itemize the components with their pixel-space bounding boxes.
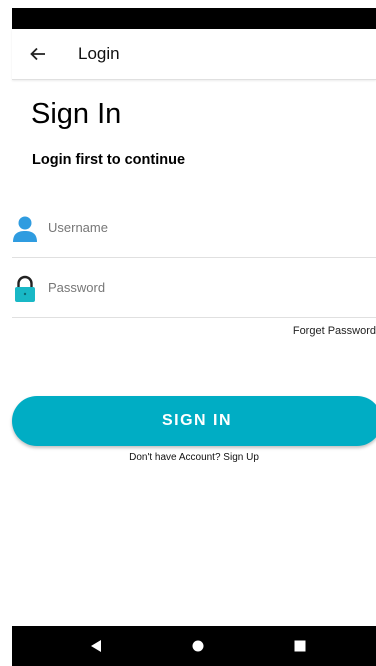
page-subtitle: Login first to continue: [32, 152, 186, 168]
username-input[interactable]: [48, 216, 348, 238]
navigation-bar: [12, 626, 376, 666]
app-bar: Login: [12, 29, 376, 80]
forget-password-link[interactable]: Forget Password: [293, 325, 376, 337]
sign-up-link[interactable]: Don't have Account? Sign Up: [0, 452, 376, 463]
back-button[interactable]: [26, 42, 50, 66]
arrow-left-icon: [30, 47, 45, 61]
password-input[interactable]: [48, 276, 348, 298]
nav-back-button[interactable]: [86, 638, 106, 654]
square-recents-icon: [294, 640, 306, 652]
nav-recents-button[interactable]: [290, 638, 310, 654]
app-bar-title: Login: [78, 44, 120, 63]
lock-icon: [15, 275, 35, 302]
username-field: [12, 198, 376, 258]
password-field: [12, 258, 376, 318]
circle-home-icon: [192, 640, 204, 652]
nav-home-button[interactable]: [188, 638, 208, 654]
sign-in-button[interactable]: SIGN IN: [12, 396, 376, 446]
status-bar: [12, 8, 376, 29]
triangle-back-icon: [91, 640, 101, 652]
user-icon: [13, 216, 37, 242]
page-title: Sign In: [31, 98, 122, 130]
